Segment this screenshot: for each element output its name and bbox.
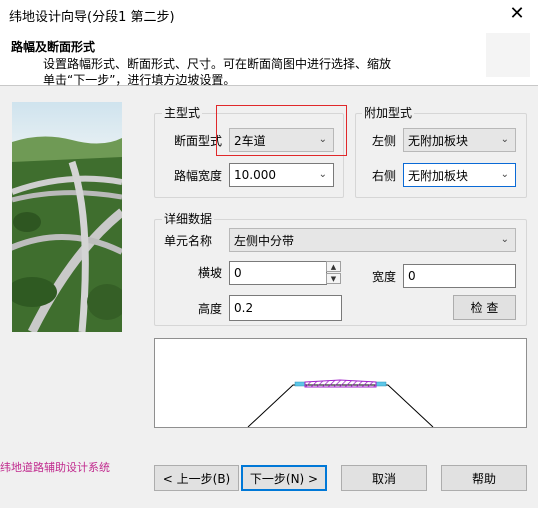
unit-name-value: 左侧中分带 xyxy=(234,233,295,248)
width-value: 0 xyxy=(408,269,416,283)
width-input[interactable]: 0 xyxy=(403,264,516,288)
check-button[interactable]: 检 查 xyxy=(453,295,516,320)
prev-button[interactable]: < 上一步(B) xyxy=(154,465,239,491)
highway-interchange-image xyxy=(12,102,122,332)
help-button[interactable]: 帮助 xyxy=(441,465,527,491)
title-bar: 纬地设计向导(分段1 第二步) ✕ xyxy=(0,0,538,30)
slope-value: 0 xyxy=(234,266,242,280)
height-label: 高度 xyxy=(198,302,223,316)
chevron-down-icon: ⌄ xyxy=(318,169,327,180)
width-label: 宽度 xyxy=(372,270,397,284)
slope-input[interactable]: 0 xyxy=(229,261,327,285)
spin-up-icon[interactable]: ▲ xyxy=(326,261,341,272)
page-description-line2: 单击“下一步”，进行填方边坡设置。 xyxy=(43,73,236,87)
attach-type-group-title: 附加型式 xyxy=(362,106,415,120)
page-title: 路幅及断面形式 xyxy=(11,40,96,54)
road-width-label: 路幅宽度 xyxy=(174,169,223,183)
left-side-label: 左侧 xyxy=(372,134,397,148)
wizard-header: 路幅及断面形式 设置路幅形式、断面形式、尺寸。可在断面简图中进行选择、缩放 单击… xyxy=(0,30,538,87)
right-side-label: 右侧 xyxy=(372,169,397,183)
details-group-title: 详细数据 xyxy=(162,212,215,226)
chevron-down-icon: ⌄ xyxy=(500,134,509,145)
unit-name-label: 单元名称 xyxy=(164,234,213,248)
section-type-label: 断面型式 xyxy=(174,134,223,148)
left-side-select[interactable]: 无附加板块 ⌄ xyxy=(403,128,516,152)
header-icon xyxy=(486,33,530,77)
chevron-down-icon: ⌄ xyxy=(500,169,509,180)
slope-label: 横坡 xyxy=(198,266,223,280)
height-input[interactable]: 0.2 xyxy=(229,295,342,321)
product-name: 纬地道路辅助设计系统 xyxy=(0,461,110,474)
road-width-value: 10.000 xyxy=(234,168,276,182)
right-side-select[interactable]: 无附加板块 ⌄ xyxy=(403,163,516,187)
next-button[interactable]: 下一步(N) > xyxy=(241,465,327,491)
right-side-value: 无附加板块 xyxy=(408,168,469,183)
cancel-button[interactable]: 取消 xyxy=(341,465,427,491)
unit-name-select[interactable]: 左侧中分带 ⌄ xyxy=(229,228,516,252)
left-side-value: 无附加板块 xyxy=(408,133,469,148)
main-type-group-title: 主型式 xyxy=(162,106,203,120)
window-title: 纬地设计向导(分段1 第二步) xyxy=(9,10,175,25)
road-width-select[interactable]: 10.000 ⌄ xyxy=(229,163,334,187)
chevron-down-icon: ⌄ xyxy=(500,234,509,245)
spin-down-icon[interactable]: ▼ xyxy=(326,273,341,284)
height-value: 0.2 xyxy=(234,301,254,315)
highlight-box xyxy=(216,105,347,156)
cross-section-preview[interactable] xyxy=(154,338,527,428)
page-description-line1: 设置路幅形式、断面形式、尺寸。可在断面简图中进行选择、缩放 xyxy=(43,57,392,71)
close-icon[interactable]: ✕ xyxy=(506,3,528,25)
